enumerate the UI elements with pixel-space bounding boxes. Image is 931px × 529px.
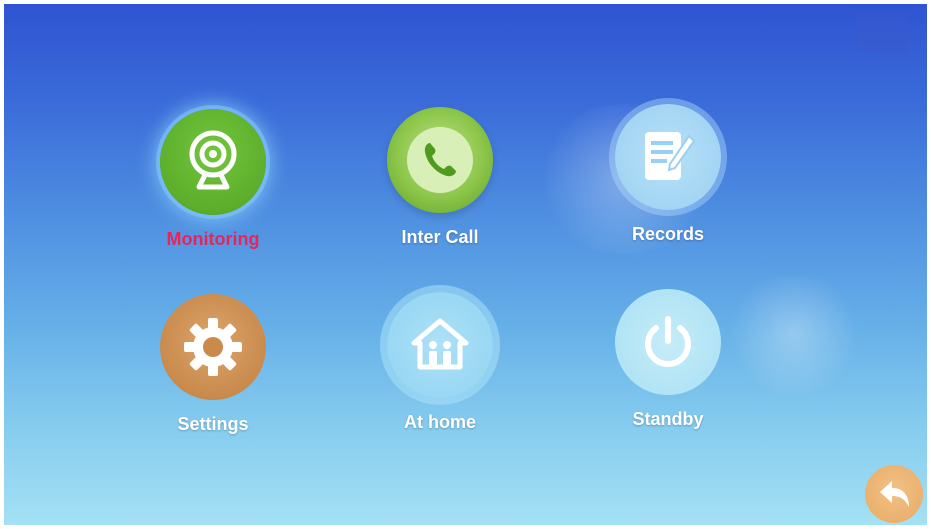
app-inter-call[interactable]: Inter Call (360, 107, 520, 248)
standby-label: Standby (632, 409, 704, 429)
app-monitoring[interactable]: Monitoring (133, 109, 293, 250)
corner-indicator (857, 14, 909, 52)
standby-button[interactable] (615, 289, 721, 395)
phone-icon (407, 127, 473, 193)
settings-button[interactable] (160, 294, 266, 400)
records-label: Records (631, 224, 705, 244)
app-standby[interactable]: Standby (588, 289, 748, 430)
app-at-home[interactable]: At home (360, 292, 520, 433)
inter-call-label: Inter Call (401, 227, 479, 247)
back-button[interactable] (865, 465, 923, 523)
power-icon (645, 316, 691, 367)
inter-call-button[interactable] (387, 107, 493, 213)
home-screen: Monitoring Inter Call Records Settings A… (4, 4, 927, 525)
app-settings[interactable]: Settings (133, 294, 293, 435)
at-home-button[interactable] (387, 292, 493, 398)
records-button[interactable] (615, 104, 721, 210)
gear-icon (184, 318, 242, 376)
monitoring-button[interactable] (160, 109, 266, 215)
house-family-icon (411, 318, 469, 370)
webcam-icon (189, 130, 237, 190)
back-arrow-icon (880, 481, 909, 507)
at-home-label: At home (404, 412, 476, 432)
app-records[interactable]: Records (588, 104, 748, 245)
notepad-pen-icon (645, 132, 696, 180)
monitoring-label: Monitoring (166, 229, 260, 249)
settings-label: Settings (177, 414, 249, 434)
